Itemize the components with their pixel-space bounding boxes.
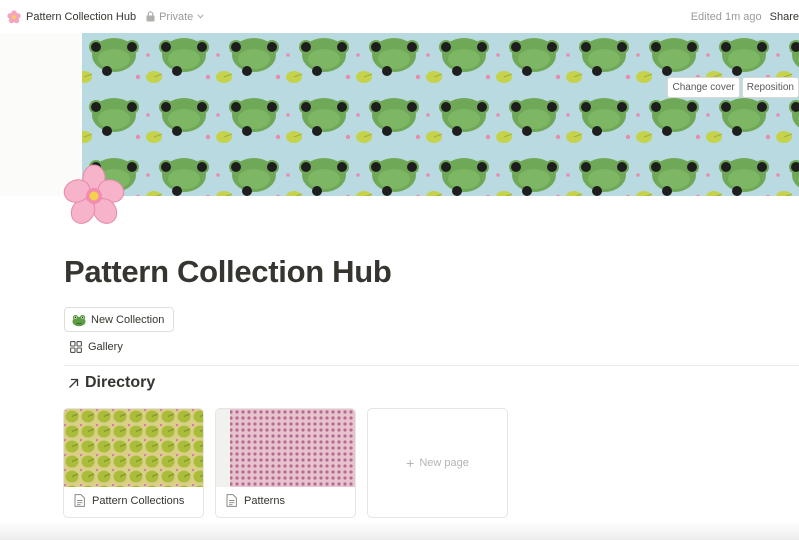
- new-collection-button[interactable]: New Collection: [64, 307, 175, 332]
- bottom-edge: [0, 522, 799, 540]
- chevron-down-icon: [197, 14, 204, 19]
- card-title-text: Patterns: [244, 494, 285, 507]
- tab-gallery-view[interactable]: Gallery: [70, 341, 123, 353]
- new-collection-label: New Collection: [91, 313, 165, 326]
- card-title: Patterns: [226, 494, 285, 507]
- page-emoji-icon[interactable]: [62, 164, 126, 228]
- privacy-label: Private: [159, 10, 194, 23]
- page-icon: [226, 494, 237, 507]
- gallery-grid-icon: [70, 341, 82, 353]
- frog-pattern-image: [82, 33, 799, 196]
- privacy-dropdown[interactable]: Private: [146, 11, 208, 23]
- card-title: Pattern Collections: [74, 494, 184, 507]
- gallery-card-pattern-collections[interactable]: Pattern Collections: [63, 408, 204, 518]
- cherry-blossom-icon: [6, 9, 22, 25]
- plus-icon: +: [406, 455, 415, 471]
- page-title[interactable]: Pattern Collection Hub: [64, 254, 392, 290]
- card-title-text: Pattern Collections: [92, 494, 185, 507]
- breadcrumb-page-title[interactable]: Pattern Collection Hub: [26, 11, 136, 23]
- card-cover-image: [216, 409, 355, 487]
- directory-heading[interactable]: Directory: [68, 374, 155, 392]
- top-bar: Pattern Collection Hub Private Edited 1m…: [0, 0, 799, 33]
- change-cover-button[interactable]: Change cover: [667, 77, 740, 98]
- page-icon: [74, 494, 85, 507]
- new-page-label: New page: [419, 457, 469, 469]
- cherry-blossom-icon: [63, 164, 125, 224]
- frog-icon: [72, 314, 86, 326]
- gallery-card-patterns[interactable]: Patterns: [215, 408, 356, 518]
- new-page-card[interactable]: + New page: [367, 408, 508, 518]
- directory-heading-label: Directory: [85, 374, 156, 391]
- divider: [64, 365, 799, 366]
- share-button[interactable]: Share: [770, 11, 799, 23]
- lock-icon: [146, 11, 155, 22]
- breadcrumb[interactable]: Pattern Collection Hub Private: [0, 9, 208, 25]
- reposition-button[interactable]: Reposition: [741, 77, 799, 98]
- arrow-up-right-icon: [69, 378, 79, 388]
- card-cover-image: [64, 409, 203, 487]
- tab-gallery-label: Gallery: [88, 341, 123, 353]
- cover-image[interactable]: Change cover Reposition: [82, 33, 799, 196]
- edited-timestamp: Edited 1m ago: [690, 10, 762, 23]
